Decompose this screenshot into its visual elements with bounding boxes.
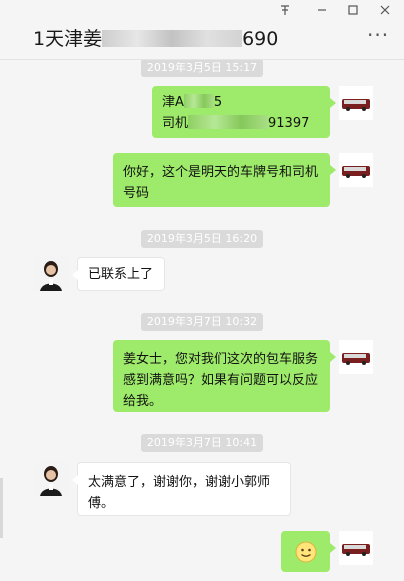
timestamp: 2019年3月7日 10:32	[0, 310, 404, 331]
pin-icon[interactable]	[279, 4, 291, 19]
message-bubble[interactable]: 已联系上了	[72, 257, 165, 291]
more-icon[interactable]: ···	[367, 25, 389, 45]
bus-icon	[339, 340, 373, 374]
avatar-bus[interactable]	[339, 86, 373, 120]
message-text: 太满意了，谢谢你，谢谢小郭师傅。	[88, 475, 271, 511]
timestamp: 2019年3月7日 10:41	[0, 431, 404, 452]
message-bubble[interactable]: 太满意了，谢谢你，谢谢小郭师傅。	[72, 462, 291, 516]
redacted-mask	[183, 94, 214, 108]
avatar-person[interactable]	[34, 257, 68, 291]
person-avatar-icon	[34, 462, 68, 496]
message-bubble[interactable]: 津A 5 司机 91397	[152, 86, 336, 138]
message-line: 津A 5	[162, 94, 223, 110]
scrollbar[interactable]	[0, 478, 3, 538]
avatar-person[interactable]	[34, 462, 68, 496]
person-avatar-icon	[34, 257, 68, 291]
bus-icon	[339, 531, 373, 565]
avatar-bus[interactable]	[339, 153, 373, 187]
slightly-smiling-face-icon	[295, 541, 316, 562]
redacted-mask	[188, 115, 269, 129]
bus-icon	[339, 86, 373, 120]
chat-title-copy: 1天津姜 690	[33, 28, 279, 50]
timestamp: 2019年3月5日 16:20	[0, 227, 404, 248]
maximize-icon[interactable]	[347, 4, 359, 19]
message-text: 已联系上了	[88, 267, 154, 282]
message-text: 姜女士，您对我们这次的包车服务感到满意吗？如果有问题可以反应给我。	[123, 352, 319, 409]
message-bubble[interactable]: 姜女士，您对我们这次的包车服务感到满意吗？如果有问题可以反应给我。	[113, 340, 336, 412]
message-text: 你好，这个是明天的车牌号和司机号码	[123, 165, 319, 201]
message-bubble[interactable]	[281, 531, 336, 572]
minimize-icon[interactable]	[316, 4, 328, 19]
title-bar-content: 1天津姜 690 ···	[0, 0, 404, 60]
message-bubble[interactable]: 你好，这个是明天的车牌号和司机号码	[113, 153, 336, 207]
message-line: 司机 91397	[162, 115, 310, 131]
avatar-bus[interactable]	[339, 531, 373, 565]
bus-icon	[339, 153, 373, 187]
close-icon[interactable]	[379, 4, 391, 19]
avatar-bus[interactable]	[339, 340, 373, 374]
